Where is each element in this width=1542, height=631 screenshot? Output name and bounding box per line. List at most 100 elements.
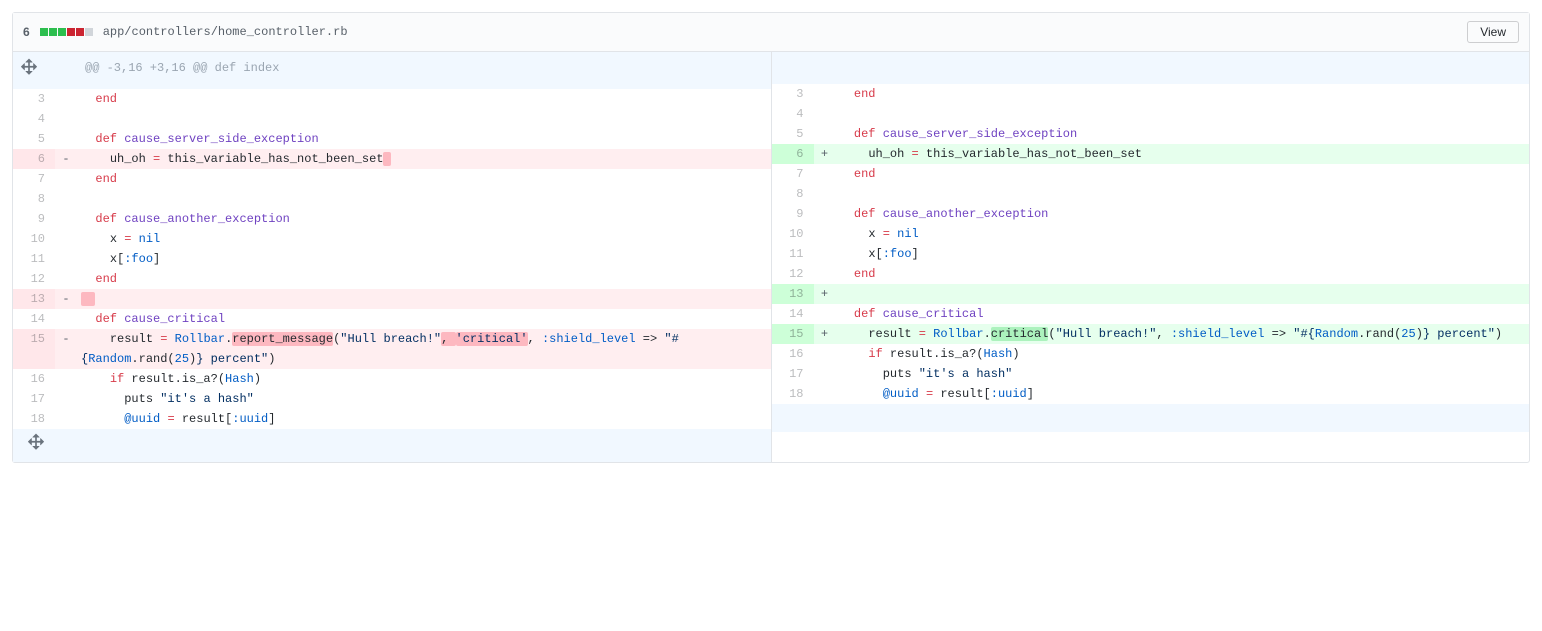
code-cell: result = Rollbar.critical("Hull breach!"… [836, 324, 1530, 344]
diff-sign: + [814, 284, 836, 304]
diff-sign: - [55, 329, 77, 369]
diff-line: 15- result = Rollbar.report_message("Hul… [13, 329, 771, 369]
line-number[interactable]: 8 [13, 189, 55, 209]
code-cell: @uuid = result[:uuid] [77, 409, 771, 429]
line-number[interactable]: 3 [13, 89, 55, 109]
line-number[interactable]: 6 [13, 149, 55, 169]
code-cell [77, 109, 771, 129]
line-number[interactable]: 8 [772, 184, 814, 204]
diff-line: 14 def cause_critical [13, 309, 771, 329]
line-number[interactable]: 5 [13, 129, 55, 149]
diffstat-block [49, 28, 57, 36]
diff-line: 8 [13, 189, 771, 209]
code-cell [77, 289, 771, 309]
code-cell: def cause_critical [77, 309, 771, 329]
code-cell: x[:foo] [77, 249, 771, 269]
diff-sign [814, 344, 836, 364]
line-number[interactable]: 13 [772, 284, 814, 304]
diff-sign [55, 89, 77, 109]
diff-line: 7 end [13, 169, 771, 189]
line-number[interactable]: 7 [13, 169, 55, 189]
diff-sign [814, 204, 836, 224]
diff-line: 13- [13, 289, 771, 309]
diff-line: 16 if result.is_a?(Hash) [772, 344, 1530, 364]
diff-line: 10 x = nil [772, 224, 1530, 244]
file-path[interactable]: app/controllers/home_controller.rb [103, 25, 348, 39]
line-number[interactable]: 4 [13, 109, 55, 129]
code-cell: end [77, 269, 771, 289]
code-cell: end [836, 84, 1530, 104]
diff-sign [814, 264, 836, 284]
code-cell: end [836, 164, 1530, 184]
diff-sign [55, 229, 77, 249]
line-number[interactable]: 11 [13, 249, 55, 269]
code-cell: x[:foo] [836, 244, 1530, 264]
line-number[interactable]: 13 [13, 289, 55, 309]
diff-line: 5 def cause_server_side_exception [772, 124, 1530, 144]
diff-line: 6- uh_oh = this_variable_has_not_been_se… [13, 149, 771, 169]
line-number[interactable]: 12 [13, 269, 55, 289]
diff-sign [55, 209, 77, 229]
expand-icon[interactable] [13, 429, 55, 462]
diff-sign [814, 124, 836, 144]
diff-sign [814, 184, 836, 204]
line-number[interactable]: 18 [772, 384, 814, 404]
view-button[interactable]: View [1467, 21, 1519, 43]
line-number[interactable]: 17 [772, 364, 814, 384]
code-cell: puts "it's a hash" [77, 389, 771, 409]
diff-file: 6 app/controllers/home_controller.rb Vie… [12, 12, 1530, 463]
diffstat [40, 28, 93, 36]
diff-sign [55, 309, 77, 329]
diff-sign [55, 369, 77, 389]
diff-sign: + [814, 144, 836, 164]
diff-left-side: @@ -3,16 +3,16 @@ def index3 end4 5 def … [13, 52, 771, 462]
line-number[interactable]: 10 [13, 229, 55, 249]
diffstat-block [40, 28, 48, 36]
diffstat-block [67, 28, 75, 36]
diff-line: 18 @uuid = result[:uuid] [13, 409, 771, 429]
line-number[interactable]: 7 [772, 164, 814, 184]
line-number[interactable]: 11 [772, 244, 814, 264]
diff-line: 3 end [13, 89, 771, 109]
code-cell: x = nil [836, 224, 1530, 244]
line-number[interactable]: 9 [13, 209, 55, 229]
diff-sign [55, 189, 77, 209]
diff-sign [55, 169, 77, 189]
diff-sign [814, 364, 836, 384]
code-cell: def cause_server_side_exception [836, 124, 1530, 144]
expand-icon[interactable] [13, 52, 55, 89]
line-number[interactable]: 12 [772, 264, 814, 284]
line-number[interactable]: 14 [13, 309, 55, 329]
line-number[interactable]: 14 [772, 304, 814, 324]
line-number[interactable]: 6 [772, 144, 814, 164]
code-cell [836, 284, 1530, 304]
line-number[interactable]: 5 [772, 124, 814, 144]
line-number[interactable]: 16 [13, 369, 55, 389]
diff-sign [814, 164, 836, 184]
line-number[interactable]: 9 [772, 204, 814, 224]
line-number[interactable]: 18 [13, 409, 55, 429]
line-number[interactable]: 10 [772, 224, 814, 244]
line-number[interactable]: 15 [13, 329, 55, 369]
diff-line: 12 end [772, 264, 1530, 284]
line-number[interactable]: 15 [772, 324, 814, 344]
diff-sign [55, 269, 77, 289]
code-cell: def cause_another_exception [77, 209, 771, 229]
line-number[interactable]: 17 [13, 389, 55, 409]
code-cell: if result.is_a?(Hash) [836, 344, 1530, 364]
line-number[interactable]: 16 [772, 344, 814, 364]
code-cell: uh_oh = this_variable_has_not_been_set [836, 144, 1530, 164]
code-cell [836, 184, 1530, 204]
diff-line: 4 [772, 104, 1530, 124]
line-number[interactable]: 3 [772, 84, 814, 104]
diffstat-block [85, 28, 93, 36]
line-number[interactable]: 4 [772, 104, 814, 124]
diff-line: 17 puts "it's a hash" [13, 389, 771, 409]
code-cell: def cause_another_exception [836, 204, 1530, 224]
diff-sign: - [55, 149, 77, 169]
diff-sign: - [55, 289, 77, 309]
diff-sign [55, 249, 77, 269]
code-cell: uh_oh = this_variable_has_not_been_set [77, 149, 771, 169]
diff-sign [55, 389, 77, 409]
diff-body: @@ -3,16 +3,16 @@ def index3 end4 5 def … [13, 52, 1529, 462]
